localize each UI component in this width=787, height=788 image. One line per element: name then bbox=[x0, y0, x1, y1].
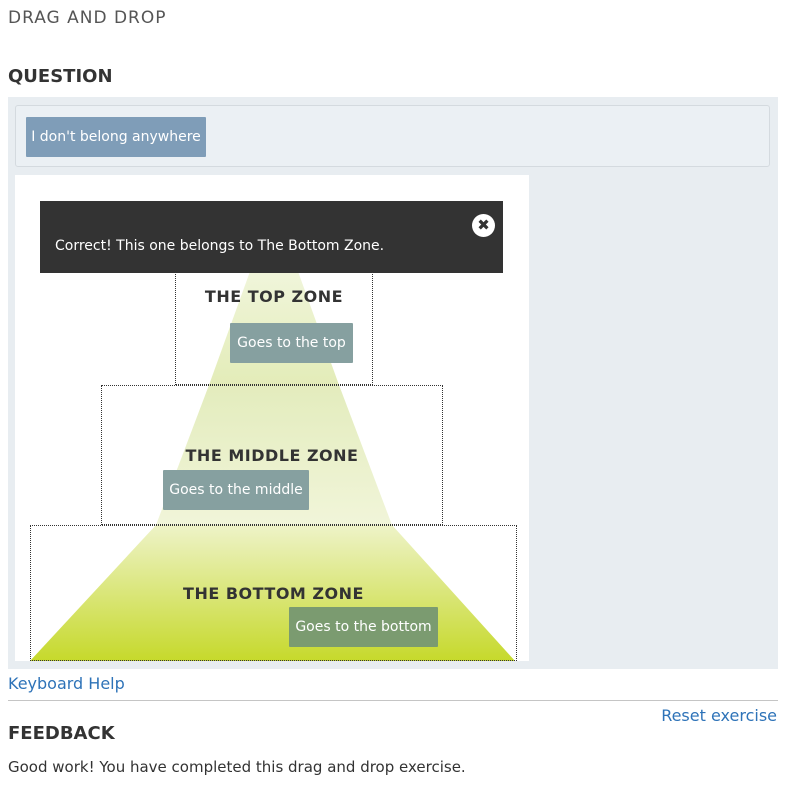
feedback-popup: Correct! This one belongs to The Bottom … bbox=[40, 201, 503, 273]
question-panel: I don't belong anywhere THE TOP ZONE Goe… bbox=[8, 97, 778, 669]
drop-zone-bottom[interactable]: THE BOTTOM ZONE Goes to the bottom bbox=[30, 525, 517, 661]
drop-zone-middle[interactable]: THE MIDDLE ZONE Goes to the middle bbox=[101, 385, 443, 525]
divider bbox=[8, 700, 778, 701]
draggable-item-bottom[interactable]: Goes to the bottom bbox=[289, 607, 438, 647]
draggable-item-unplaced[interactable]: I don't belong anywhere bbox=[26, 117, 206, 157]
zone-label-middle: THE MIDDLE ZONE bbox=[185, 446, 359, 465]
reset-exercise-link[interactable]: Reset exercise bbox=[661, 706, 777, 725]
zone-label-top: THE TOP ZONE bbox=[204, 287, 344, 306]
drop-target-image: THE TOP ZONE Goes to the top THE MIDDLE … bbox=[15, 175, 529, 661]
page-title: DRAG AND DROP bbox=[8, 8, 167, 28]
draggable-item-top[interactable]: Goes to the top bbox=[230, 323, 353, 363]
item-bank: I don't belong anywhere bbox=[15, 105, 770, 167]
feedback-title: FEEDBACK bbox=[8, 723, 115, 744]
keyboard-help-link[interactable]: Keyboard Help bbox=[8, 674, 125, 693]
draggable-item-middle[interactable]: Goes to the middle bbox=[163, 470, 309, 510]
zone-label-bottom: THE BOTTOM ZONE bbox=[183, 584, 364, 603]
close-circle-icon[interactable]: ✖ bbox=[472, 214, 495, 237]
popup-message: Correct! This one belongs to The Bottom … bbox=[55, 238, 385, 254]
feedback-message: Good work! You have completed this drag … bbox=[8, 758, 466, 776]
question-title: QUESTION bbox=[8, 66, 113, 87]
